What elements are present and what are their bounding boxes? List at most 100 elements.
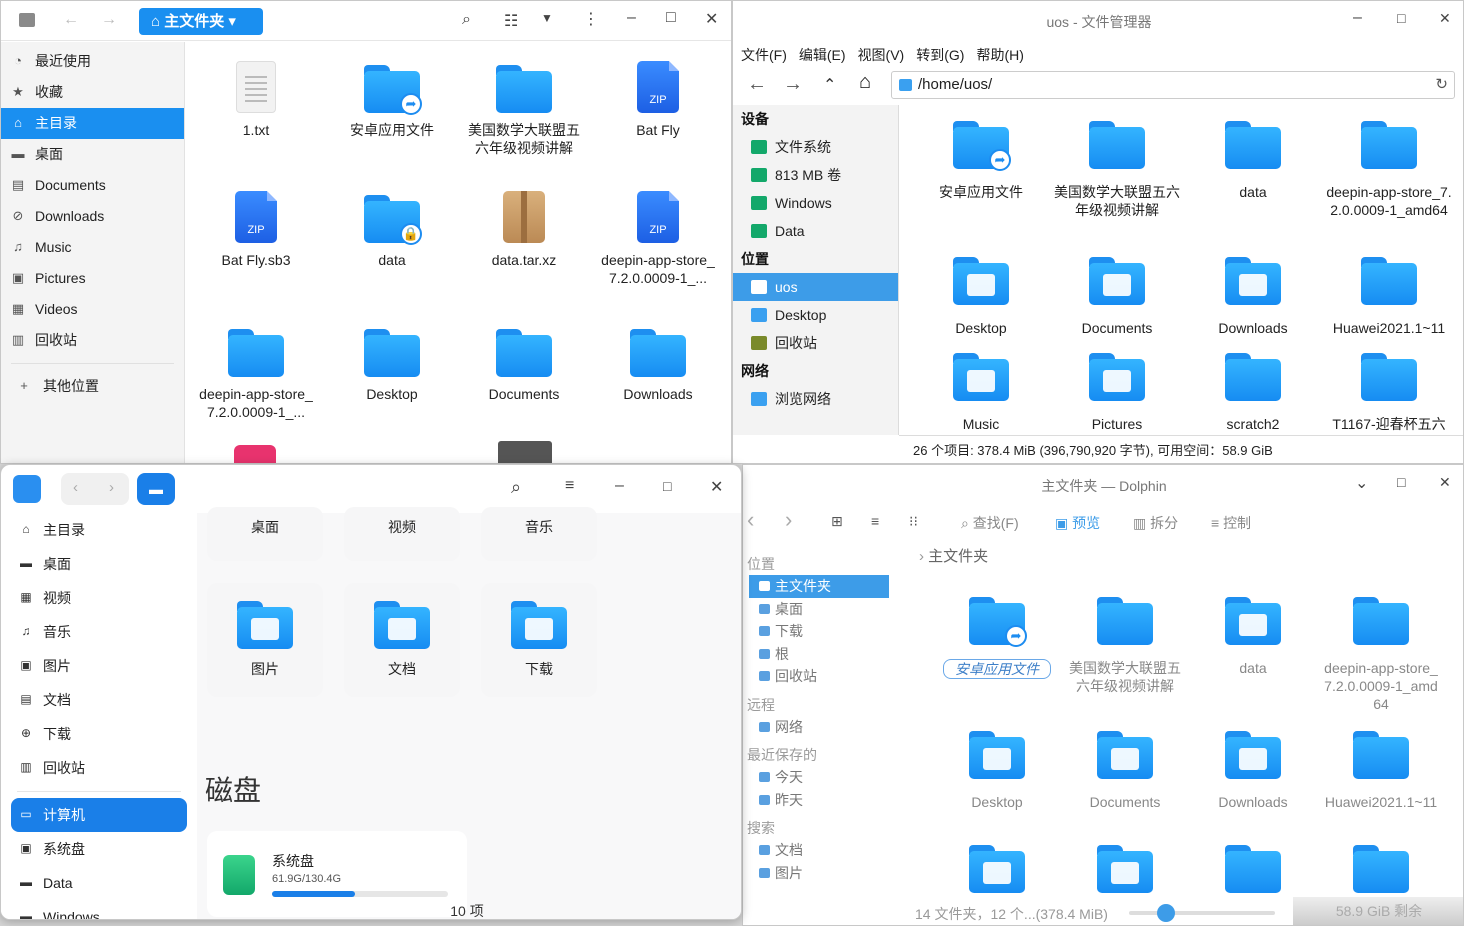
zoom-slider-handle[interactable] (1157, 904, 1175, 922)
sidebar-item-0[interactable]: ◔ 最近使用 (1, 46, 184, 77)
places-item[interactable]: 网络 (749, 716, 889, 739)
sidebar-item-8[interactable]: ▦ Videos (1, 294, 184, 325)
back-icon[interactable]: ‹ (73, 479, 78, 496)
sidebar-device-2[interactable]: ▬ Data (1, 866, 197, 900)
sidebar-item-4[interactable]: ▤ Documents (1, 170, 184, 201)
file-item[interactable]: ➦ 安卓应用文件 (933, 597, 1061, 679)
sidebar-item-5[interactable]: ⊘ Downloads (1, 201, 184, 232)
places-item[interactable]: 主文件夹 (749, 575, 889, 598)
file-item[interactable]: ZIP Bat Fly (593, 55, 723, 139)
address-bar[interactable]: /home/uos/ ↻ (891, 71, 1455, 99)
folder-card[interactable]: 文档 (344, 583, 460, 697)
up-icon[interactable]: ⌃ (823, 75, 836, 95)
file-item[interactable]: ➦ 安卓应用文件 (913, 121, 1049, 201)
sidebar-device-0[interactable]: ▭ 计算机 (11, 798, 187, 832)
file-item[interactable]: Huawei2021.1~11 (1317, 731, 1445, 811)
split-button[interactable]: ▥ 拆分 (1133, 513, 1178, 533)
file-item[interactable]: 🔒 data (327, 185, 457, 269)
file-item[interactable]: ZIP Bat Fly.sb3 (191, 185, 321, 269)
minimize-icon[interactable]: – (615, 477, 624, 495)
folder-card[interactable]: 音乐 (481, 507, 597, 561)
forward-icon[interactable]: › (785, 507, 792, 533)
file-item[interactable]: scratch2 (1185, 353, 1321, 433)
file-item[interactable]: Pictures (1049, 353, 1185, 433)
sidebar-item[interactable]: uos (733, 273, 898, 301)
compact-view-icon[interactable]: ⁝⁝ (909, 513, 918, 530)
file-item[interactable]: deepin-app-store_7.2.0.0009-1_amd64 (1321, 121, 1457, 219)
file-item[interactable]: Huawei2021.1~11 (1321, 257, 1457, 337)
places-item[interactable]: 昨天 (749, 789, 889, 812)
folder-card[interactable]: 下载 (481, 583, 597, 697)
sidebar-item-7[interactable]: ▥ 回收站 (1, 751, 197, 785)
file-item[interactable]: ZIP deepin-app-store_ 7.2.0.0009-1_... (593, 185, 723, 287)
file-item[interactable]: deepin-app-store_ 7.2.0.0009-1_... (191, 319, 321, 421)
sidebar-item[interactable]: Data (733, 217, 898, 245)
file-item[interactable]: 美国数学大联盟五六年级视频讲解 (1061, 597, 1189, 695)
back-icon[interactable]: ‹ (747, 507, 754, 533)
maximize-icon[interactable]: □ (1397, 10, 1405, 26)
folder-card[interactable]: 图片 (207, 583, 323, 697)
sidebar-item-6[interactable]: ♫ Music (1, 232, 184, 263)
places-item[interactable]: 桌面 (749, 598, 889, 621)
control-button[interactable]: ≡ 控制 (1211, 513, 1251, 533)
sidebar-item-5[interactable]: ▤ 文档 (1, 683, 197, 717)
menu-item-1[interactable]: 编辑(E) (797, 45, 854, 65)
file-item[interactable]: Music (913, 353, 1049, 433)
file-item[interactable]: Documents (459, 319, 589, 403)
places-item[interactable]: 下载 (749, 620, 889, 643)
sidebar-item-2[interactable]: ⌂ 主目录 (1, 108, 184, 139)
file-item[interactable]: Desktop (933, 731, 1061, 811)
minimize-icon[interactable]: ⌄ (1355, 473, 1368, 493)
file-item[interactable]: data.tar.xz (459, 185, 589, 269)
file-item[interactable]: 1.txt (191, 55, 321, 139)
close-icon[interactable]: ✕ (705, 9, 718, 29)
sidebar-item[interactable]: 文件系统 (733, 133, 898, 161)
maximize-icon[interactable]: □ (1397, 474, 1405, 490)
details-view-icon[interactable]: ≡ (871, 513, 879, 529)
file-item[interactable]: Desktop (327, 319, 457, 403)
menu-item-2[interactable]: 视图(V) (856, 45, 913, 65)
search-icon[interactable]: ⌕ (511, 477, 521, 498)
sidebar-item[interactable]: 回收站 (733, 329, 898, 357)
minimize-icon[interactable]: – (1353, 9, 1362, 27)
menu-item-0[interactable]: 文件(F) (739, 45, 795, 65)
places-item[interactable]: 今天 (749, 766, 889, 789)
close-icon[interactable]: ✕ (710, 477, 723, 497)
file-item[interactable]: Documents (1049, 257, 1185, 337)
maximize-icon[interactable]: □ (666, 9, 676, 27)
file-item[interactable]: deepin-app-store_7.2.0.0009-1_amd64 (1317, 597, 1445, 713)
file-item[interactable]: Downloads (1189, 731, 1317, 811)
sidebar-item-7[interactable]: ▣ Pictures (1, 263, 184, 294)
menu-item-4[interactable]: 帮助(H) (974, 45, 1031, 65)
forward-icon[interactable]: › (109, 479, 114, 496)
sidebar-item[interactable]: 浏览网络 (733, 385, 898, 413)
file-item[interactable]: Downloads (1185, 257, 1321, 337)
back-icon[interactable]: ← (747, 73, 767, 96)
folder-card[interactable]: 桌面 (207, 507, 323, 561)
file-item[interactable]: T1167-迎春杯五六 (1321, 353, 1457, 433)
menu-icon[interactable]: ⋮ (583, 9, 599, 29)
file-item[interactable]: 美国数学大联盟五六年级视频讲解 (1049, 121, 1185, 219)
back-icon[interactable]: ← (63, 11, 79, 29)
sidebar-item[interactable]: Windows (733, 189, 898, 217)
file-item[interactable]: 美国数学大联盟五六年级视频讲解 (459, 55, 589, 157)
zoom-slider[interactable] (1129, 904, 1275, 922)
sidebar-item-1[interactable]: ★ 收藏 (1, 77, 184, 108)
sidebar-item-1[interactable]: ▬ 桌面 (1, 547, 197, 581)
close-icon[interactable]: ✕ (1439, 10, 1451, 27)
menu-icon[interactable]: ≡ (565, 477, 574, 495)
sidebar-item-4[interactable]: ▣ 图片 (1, 649, 197, 683)
places-item[interactable]: 回收站 (749, 665, 889, 688)
home-icon[interactable]: ⌂ (859, 71, 871, 94)
close-icon[interactable]: ✕ (1439, 474, 1451, 491)
forward-icon[interactable]: → (783, 73, 803, 96)
places-item[interactable]: 文档 (749, 839, 889, 862)
search-icon[interactable]: ⌕ (462, 11, 471, 29)
forward-icon[interactable]: → (101, 11, 117, 29)
sidebar-item-0[interactable]: ⌂ 主目录 (1, 513, 197, 547)
sidebar-item-6[interactable]: ⊕ 下载 (1, 717, 197, 751)
sidebar-item-3[interactable]: ♫ 音乐 (1, 615, 197, 649)
chevron-down-icon[interactable]: ▼ (541, 11, 553, 25)
path-button[interactable]: ⌂ 主文件夹 ▾ (139, 8, 263, 35)
view-mode-icon[interactable]: ☷ (504, 11, 518, 31)
